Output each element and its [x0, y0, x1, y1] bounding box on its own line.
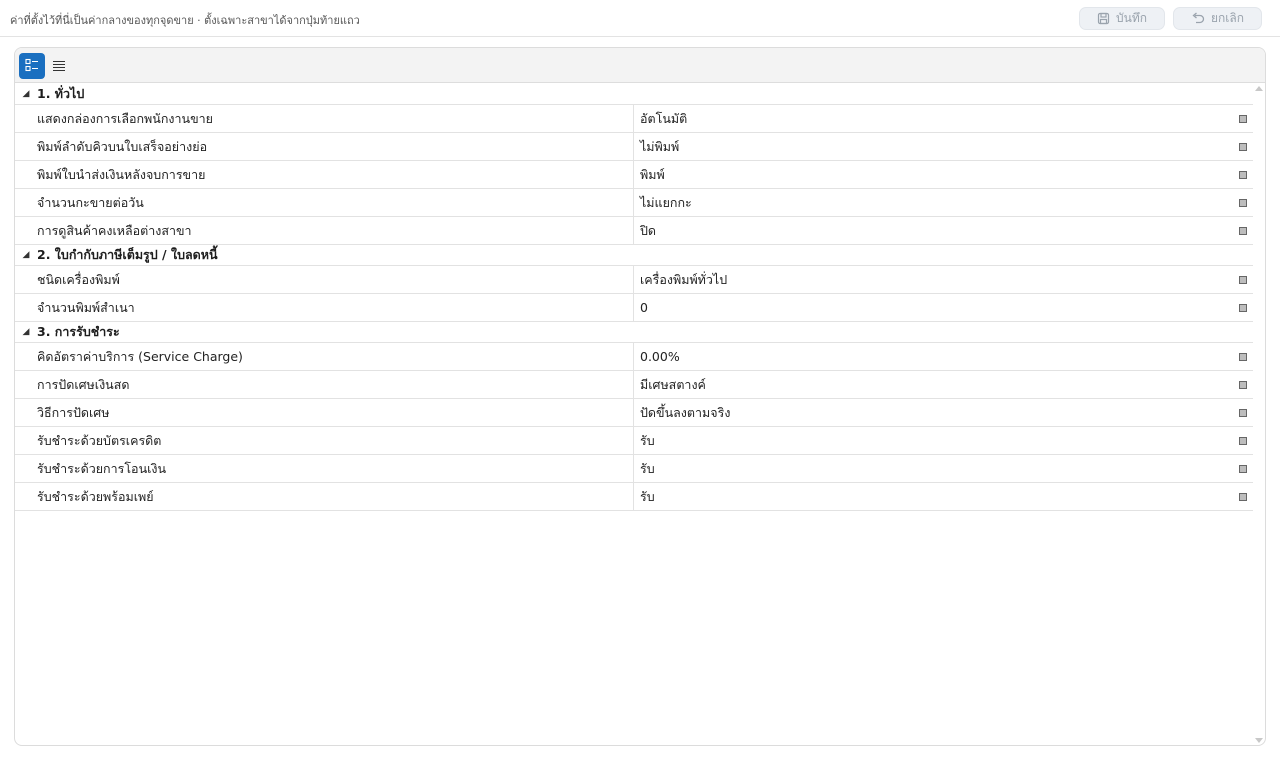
property-value[interactable]: รับ	[634, 455, 1253, 482]
property-value-text: รับ	[640, 460, 655, 476]
branch-override-icon[interactable]	[1239, 409, 1247, 417]
categorized-view-button[interactable]	[19, 53, 45, 79]
property-value-text: รับ	[640, 432, 655, 448]
property-value-text: รับ	[640, 488, 655, 504]
collapse-triangle-icon[interactable]: ◢	[15, 250, 37, 260]
settings-hint: ค่าที่ตั้งไว้ที่นี่เป็นค่ากลางของทุกจุดข…	[10, 14, 360, 27]
property-grid-toolbar	[15, 48, 1265, 83]
property-value-text: มีเศษสตางค์	[640, 376, 706, 392]
scroll-down-arrow-icon[interactable]	[1255, 738, 1263, 743]
branch-override-icon[interactable]	[1239, 493, 1247, 501]
category-row[interactable]: ◢ 1. ทั่วไป	[15, 84, 1253, 105]
property-row[interactable]: วิธีการปัดเศษ ปัดขึ้นลงตามจริง	[15, 399, 1253, 427]
branch-override-icon[interactable]	[1239, 276, 1247, 284]
scroll-up-arrow-icon[interactable]	[1255, 86, 1263, 91]
property-value-text: ปัดขึ้นลงตามจริง	[640, 404, 731, 420]
property-name: พิมพ์ใบนำส่งเงินหลังจบการขาย	[15, 161, 634, 188]
list-view-icon	[52, 57, 66, 76]
branch-override-icon[interactable]	[1239, 171, 1247, 179]
categorized-view-icon	[25, 57, 39, 76]
branch-override-icon[interactable]	[1239, 304, 1247, 312]
property-value[interactable]: พิมพ์	[634, 161, 1253, 188]
property-value-text: ไม่พิมพ์	[640, 138, 680, 154]
property-name: ชนิดเครื่องพิมพ์	[15, 266, 634, 293]
property-row[interactable]: พิมพ์ใบนำส่งเงินหลังจบการขาย พิมพ์	[15, 161, 1253, 189]
cancel-button[interactable]: ยกเลิก	[1173, 7, 1262, 30]
property-value[interactable]: ไม่แยกกะ	[634, 189, 1253, 216]
collapse-triangle-icon[interactable]: ◢	[15, 89, 37, 99]
property-value[interactable]: เครื่องพิมพ์ทั่วไป	[634, 266, 1253, 293]
property-value-text: 0	[640, 300, 648, 315]
property-name: การดูสินค้าคงเหลือต่างสาขา	[15, 217, 634, 244]
property-row[interactable]: รับชำระด้วยพร้อมเพย์ รับ	[15, 483, 1253, 511]
branch-override-icon[interactable]	[1239, 353, 1247, 361]
category-title: 3. การรับชำระ	[37, 324, 120, 339]
property-value[interactable]: 0.00%	[634, 343, 1253, 370]
property-name: รับชำระด้วยการโอนเงิน	[15, 455, 634, 482]
property-name: คิดอัตราค่าบริการ (Service Charge)	[15, 343, 634, 370]
property-name: จำนวนพิมพ์สำเนา	[15, 294, 634, 321]
property-name: จำนวนกะขายต่อวัน	[15, 189, 634, 216]
property-row[interactable]: พิมพ์ลำดับคิวบนใบเสร็จอย่างย่อ ไม่พิมพ์	[15, 133, 1253, 161]
branch-override-icon[interactable]	[1239, 465, 1247, 473]
property-name: รับชำระด้วยพร้อมเพย์	[15, 483, 634, 510]
property-value-text: ไม่แยกกะ	[640, 194, 692, 210]
property-row[interactable]: รับชำระด้วยบัตรเครดิต รับ	[15, 427, 1253, 455]
category-title: 1. ทั่วไป	[37, 86, 85, 101]
property-value[interactable]: ปัดขึ้นลงตามจริง	[634, 399, 1253, 426]
property-value[interactable]: ไม่พิมพ์	[634, 133, 1253, 160]
property-name: รับชำระด้วยบัตรเครดิต	[15, 427, 634, 454]
save-label: บันทึก	[1116, 11, 1147, 25]
property-value[interactable]: รับ	[634, 427, 1253, 454]
property-row[interactable]: รับชำระด้วยการโอนเงิน รับ	[15, 455, 1253, 483]
property-row[interactable]: จำนวนกะขายต่อวัน ไม่แยกกะ	[15, 189, 1253, 217]
category-row[interactable]: ◢ 3. การรับชำระ	[15, 322, 1253, 343]
property-name: วิธีการปัดเศษ	[15, 399, 634, 426]
category-title: 2. ใบกำกับภาษีเต็มรูป / ใบลดหนี้	[37, 247, 218, 262]
undo-icon	[1191, 12, 1205, 25]
property-name: พิมพ์ลำดับคิวบนใบเสร็จอย่างย่อ	[15, 133, 634, 160]
branch-override-icon[interactable]	[1239, 227, 1247, 235]
property-row[interactable]: การปัดเศษเงินสด มีเศษสตางค์	[15, 371, 1253, 399]
property-value[interactable]: อัตโนมัติ	[634, 105, 1253, 132]
property-name: การปัดเศษเงินสด	[15, 371, 634, 398]
property-value[interactable]: มีเศษสตางค์	[634, 371, 1253, 398]
property-row[interactable]: แสดงกล่องการเลือกพนักงานขาย อัตโนมัติ	[15, 105, 1253, 133]
collapse-triangle-icon[interactable]: ◢	[15, 327, 37, 337]
branch-override-icon[interactable]	[1239, 381, 1247, 389]
property-row[interactable]: คิดอัตราค่าบริการ (Service Charge) 0.00%	[15, 343, 1253, 371]
top-bar: ค่าที่ตั้งไว้ที่นี่เป็นค่ากลางของทุกจุดข…	[0, 0, 1280, 37]
property-grid: ◢ 1. ทั่วไป แสดงกล่องการเลือกพนักงานขาย อัต…	[15, 84, 1253, 511]
branch-override-icon[interactable]	[1239, 115, 1247, 123]
property-value[interactable]: รับ	[634, 483, 1253, 510]
branch-override-icon[interactable]	[1239, 437, 1247, 445]
property-value[interactable]: 0	[634, 294, 1253, 321]
save-icon	[1097, 12, 1110, 25]
cancel-label: ยกเลิก	[1210, 11, 1245, 25]
save-button[interactable]: บันทึก	[1079, 7, 1165, 30]
property-value-text: เครื่องพิมพ์ทั่วไป	[640, 271, 728, 287]
property-row[interactable]: จำนวนพิมพ์สำเนา 0	[15, 294, 1253, 322]
property-grid-panel: ◢ 1. ทั่วไป แสดงกล่องการเลือกพนักงานขาย อัต…	[14, 47, 1266, 746]
property-value-text: ปิด	[640, 222, 657, 238]
property-value-text: พิมพ์	[640, 166, 665, 182]
branch-override-icon[interactable]	[1239, 143, 1247, 151]
property-name: แสดงกล่องการเลือกพนักงานขาย	[15, 105, 634, 132]
alphabetical-view-button[interactable]	[46, 53, 72, 79]
property-row[interactable]: ชนิดเครื่องพิมพ์ เครื่องพิมพ์ทั่วไป	[15, 266, 1253, 294]
property-value-text: อัตโนมัติ	[640, 110, 688, 126]
property-value[interactable]: ปิด	[634, 217, 1253, 244]
branch-override-icon[interactable]	[1239, 199, 1247, 207]
property-value-text: 0.00%	[640, 349, 680, 364]
property-row[interactable]: การดูสินค้าคงเหลือต่างสาขา ปิด	[15, 217, 1253, 245]
category-row[interactable]: ◢ 2. ใบกำกับภาษีเต็มรูป / ใบลดหนี้	[15, 245, 1253, 266]
